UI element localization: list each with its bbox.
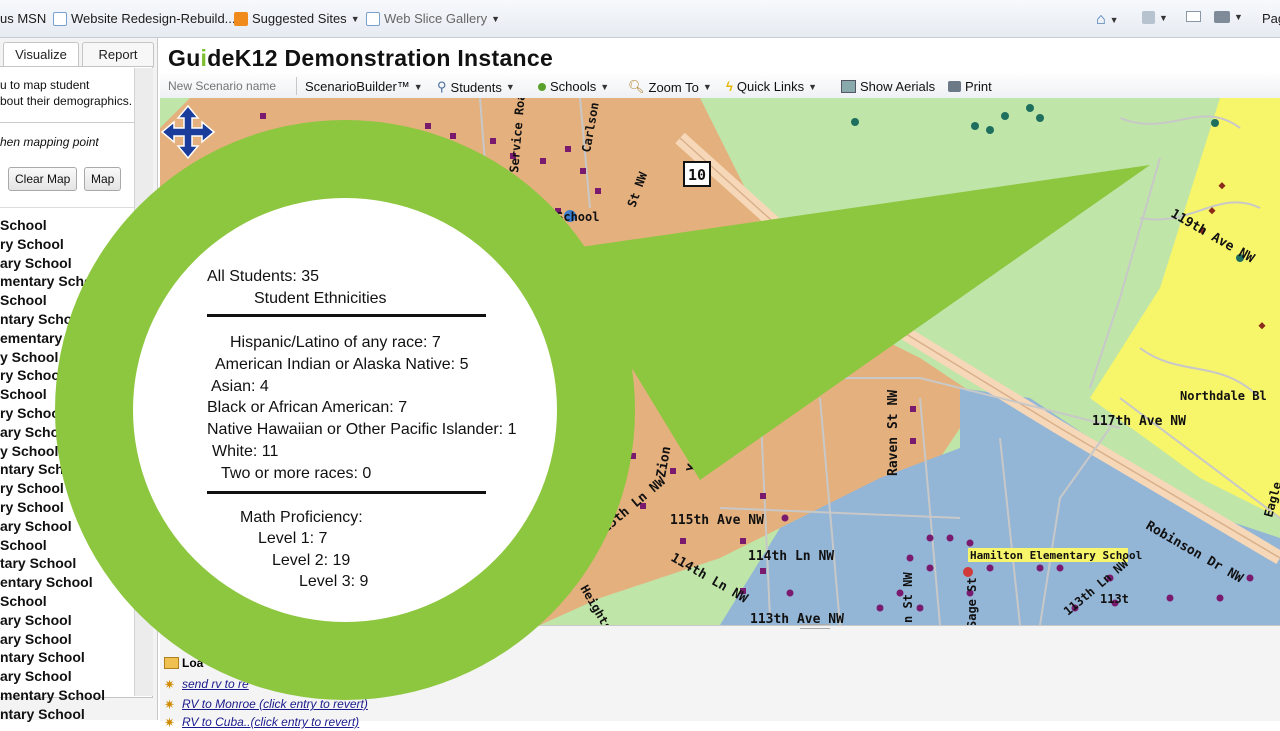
callout-divider-top bbox=[207, 314, 486, 317]
callout-disc bbox=[133, 198, 557, 622]
callout-overlay bbox=[55, 120, 1150, 700]
callout-pointer bbox=[560, 165, 1150, 480]
callout-divider-bottom bbox=[207, 491, 486, 494]
